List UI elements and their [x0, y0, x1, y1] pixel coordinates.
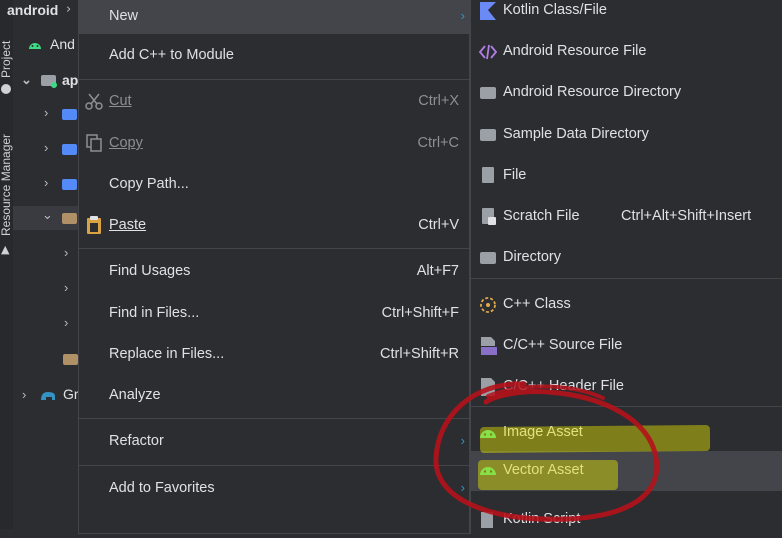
chevron-down-icon[interactable]: ⌄: [21, 72, 32, 88]
menu-separator: [471, 278, 782, 279]
tree-item-app-module[interactable]: ⌄ ap: [13, 71, 78, 95]
submenu-arrow-icon: ›: [460, 8, 465, 23]
menu-separator: [79, 33, 471, 34]
copy-icon: [86, 134, 102, 152]
menu-item-cpp-source-file[interactable]: C/C++ Source File: [471, 328, 782, 364]
menu-item-sample-data-directory[interactable]: Sample Data Directory: [471, 117, 782, 153]
chevron-right-icon[interactable]: ›: [64, 245, 68, 260]
annotation-circle: [433, 381, 660, 522]
project-panel: android › And ⌄ ap › › › ⌄ › › › › Gr: [7, 0, 79, 529]
folder-icon: [479, 83, 497, 103]
tree-item-selected[interactable]: ⌄: [13, 206, 78, 230]
tree-item[interactable]: ›: [13, 173, 78, 197]
menu-item-copy-path[interactable]: Copy Path...: [79, 168, 469, 202]
module-badge-icon: [51, 82, 57, 88]
menu-item-kotlin-class-file[interactable]: Kotlin Class/File: [471, 0, 782, 29]
menu-item-replace-in-files[interactable]: Replace in Files... Ctrl+Shift+R: [79, 338, 469, 372]
menu-item-add-to-favorites[interactable]: Add to Favorites ›: [79, 472, 469, 506]
menu-item-android-resource-directory[interactable]: Android Resource Directory: [471, 75, 782, 111]
menu-item-new[interactable]: New ›: [79, 0, 469, 33]
file-icon: [479, 166, 497, 186]
chevron-right-icon[interactable]: ›: [44, 105, 48, 120]
menu-item-cut[interactable]: Cut Ctrl+X: [79, 85, 469, 119]
android-icon: [29, 43, 41, 49]
tree-item[interactable]: ›: [13, 313, 78, 337]
menu-item-add-cpp-to-module[interactable]: Add C++ to Module: [79, 39, 469, 73]
chevron-right-icon[interactable]: ›: [44, 175, 48, 190]
clipboard-icon: [87, 216, 101, 234]
menu-item-file[interactable]: File: [471, 158, 782, 194]
tree-item-android-manifest[interactable]: And: [13, 36, 78, 60]
cpp-source-icon: [481, 337, 497, 355]
resource-manager-icon: ▲: [1, 243, 10, 256]
chevron-right-icon[interactable]: ›: [22, 387, 26, 402]
scratch-file-icon: [479, 207, 497, 227]
folder-icon: [62, 213, 77, 224]
tree-item[interactable]: ›: [13, 278, 78, 302]
scissors-icon: [85, 93, 103, 110]
menu-separator: [79, 465, 471, 466]
menu-item-find-usages[interactable]: Find Usages Alt+F7: [79, 255, 469, 289]
menu-separator: [79, 79, 471, 80]
menu-item-analyze[interactable]: Analyze: [79, 379, 469, 413]
menu-item-scratch-file[interactable]: Scratch File Ctrl+Alt+Shift+Insert: [471, 199, 782, 235]
resource-manager-tool-tab[interactable]: Resource Manager: [0, 134, 13, 236]
folder-icon: [479, 248, 497, 268]
chevron-right-icon[interactable]: ›: [64, 280, 68, 295]
code-brackets-icon: [479, 44, 497, 60]
resource-folder-icon: [62, 179, 77, 190]
menu-item-refactor[interactable]: Refactor ›: [79, 425, 469, 459]
project-tool-tab[interactable]: Project: [0, 41, 13, 78]
project-title: android: [7, 2, 59, 18]
kotlin-icon: [480, 2, 496, 20]
chevron-right-icon: ›: [66, 2, 72, 17]
chevron-right-icon[interactable]: ›: [64, 315, 68, 330]
tree-item[interactable]: ›: [13, 243, 78, 267]
tree-item[interactable]: ›: [13, 138, 78, 162]
menu-separator: [79, 248, 471, 249]
context-menu: New › Add C++ to Module Cut Ctrl+X Copy …: [78, 0, 471, 534]
menu-item-find-in-files[interactable]: Find in Files... Ctrl+Shift+F: [79, 297, 469, 331]
project-tab-icon: [1, 84, 11, 94]
folder-icon: [63, 354, 78, 365]
folder-icon: [62, 144, 77, 155]
chevron-down-icon[interactable]: ⌄: [42, 207, 53, 223]
chevron-right-icon[interactable]: ›: [44, 140, 48, 155]
tool-window-strip: Project Resource Manager ▲: [0, 0, 14, 529]
folder-icon: [479, 125, 497, 145]
cpp-class-icon: [480, 297, 496, 313]
folder-icon: [62, 109, 77, 120]
gradle-icon: [41, 392, 55, 400]
menu-item-copy[interactable]: Copy Ctrl+C: [79, 127, 469, 161]
tree-item-gradle-scripts[interactable]: › Gr: [13, 385, 79, 409]
menu-item-cpp-class[interactable]: C++ Class: [471, 287, 782, 323]
tree-item[interactable]: ›: [13, 103, 78, 127]
menu-item-directory[interactable]: Directory: [471, 240, 782, 276]
menu-item-paste[interactable]: Paste Ctrl+V: [79, 209, 469, 243]
tree-item[interactable]: [13, 348, 78, 372]
menu-item-android-resource-file[interactable]: Android Resource File: [471, 34, 782, 70]
menu-separator: [79, 418, 471, 419]
